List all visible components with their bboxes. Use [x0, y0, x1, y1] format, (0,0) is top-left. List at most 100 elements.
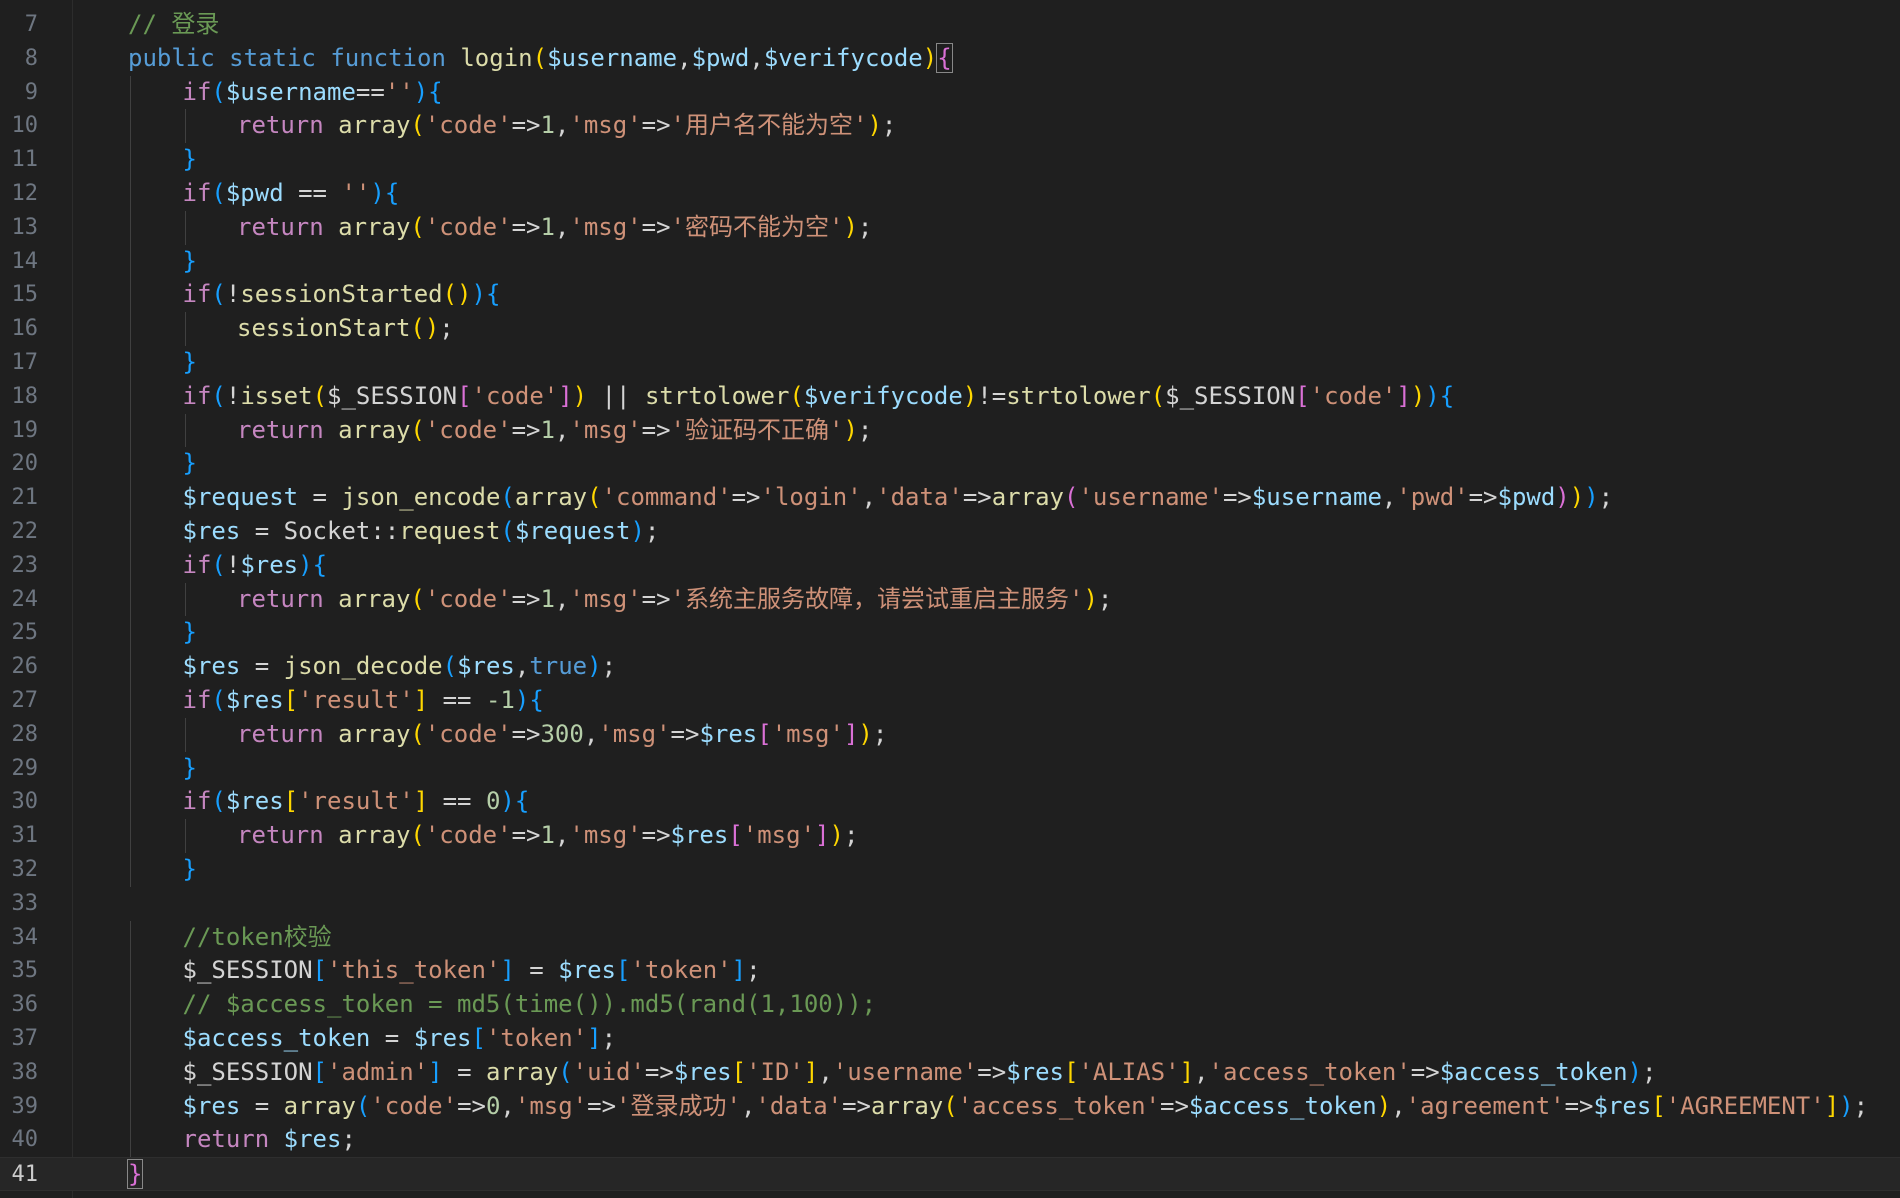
code-token: =>: [1160, 1091, 1189, 1120]
code-line[interactable]: 8 public static function login($username,…: [0, 42, 1900, 76]
code-token: if: [182, 550, 212, 579]
indent-guide: [184, 312, 186, 346]
code-line[interactable]: 7 // 登录: [0, 8, 1900, 42]
code-line[interactable]: 15 if(!sessionStarted()){: [0, 278, 1900, 313]
code-line[interactable]: 13 return array('code'=>1,'msg'=>'密码不能为空'…: [0, 210, 1900, 245]
code-line[interactable]: 9 if($username==''){: [0, 75, 1900, 110]
line-content: return $res;: [183, 1123, 356, 1157]
code-line[interactable]: 23 if(!$res){: [0, 548, 1900, 583]
code-token: 'access_token': [1208, 1057, 1411, 1086]
code-token: 'msg': [771, 719, 844, 748]
code-line[interactable]: 21 $request = json_encode(array('command'…: [0, 481, 1900, 515]
code-token: $res: [240, 550, 299, 579]
code-line[interactable]: 38 $_SESSION['admin'] = array('uid'=>$res…: [0, 1055, 1900, 1090]
code-token: Socket::: [283, 517, 400, 545]
line-number: 7: [24, 12, 38, 37]
code-token: (): [442, 280, 472, 309]
code-token: =>: [641, 212, 671, 241]
code-line[interactable]: 31 return array('code'=>1,'msg'=>$res['ms…: [0, 819, 1900, 853]
code-token: 1: [540, 212, 555, 241]
code-token: ): [1083, 584, 1098, 613]
line-content: // $access_token = md5(time()).md5(rand(…: [183, 988, 877, 1022]
indent-guide: [130, 210, 131, 245]
code-token: array: [991, 483, 1064, 512]
code-token: !: [225, 550, 241, 579]
line-number: 30: [11, 789, 39, 815]
code-line[interactable]: 25}: [0, 616, 1900, 651]
code-token: ;: [601, 652, 617, 681]
code-token: $_SESSION: [182, 956, 313, 985]
code-line[interactable]: 37 $access_token = $res['token'];: [0, 1022, 1900, 1056]
code-line[interactable]: 26 $res = json_decode($res,true);: [0, 650, 1900, 684]
code-line[interactable]: 22 $res = Socket::request($request);: [0, 515, 1900, 549]
code-line[interactable]: 12 if($pwd == ''){: [0, 177, 1900, 211]
code-line[interactable]: 32}: [0, 853, 1900, 887]
code-token: {: [1439, 381, 1455, 410]
code-token: =>: [1468, 483, 1498, 512]
line-content: $access_token = $res['token'];: [183, 1022, 617, 1056]
code-line[interactable]: 28 return array('code'=>300,'msg'=>$res['…: [0, 717, 1900, 752]
code-line[interactable]: 11}: [0, 143, 1900, 177]
indent-guide: [130, 75, 131, 110]
code-line[interactable]: 24 return array('code'=>1,'msg'=>'系统主服务故障…: [0, 582, 1900, 617]
code-token: 'msg': [569, 212, 642, 241]
code-token: ,: [554, 584, 570, 613]
indent-guide: [184, 717, 186, 752]
code-token: '密码不能为空': [670, 212, 844, 241]
code-token: !: [225, 381, 241, 410]
code-line[interactable]: 14}: [0, 244, 1900, 279]
line-number: 14: [11, 248, 39, 274]
code-line[interactable]: 10 return array('code'=>1,'msg'=>'用户名不能为空…: [0, 109, 1900, 144]
code-token: $verifycode: [763, 43, 923, 72]
code-line[interactable]: 19 return array('code'=>1,'msg'=>'验证码不正确'…: [0, 413, 1900, 448]
code-line[interactable]: 17}: [0, 346, 1900, 380]
indent-guide: [130, 244, 131, 279]
code-line[interactable]: 16 sessionStart();: [0, 312, 1900, 346]
code-line[interactable]: 29}: [0, 751, 1900, 786]
code-token: return: [237, 111, 324, 140]
code-area[interactable]: 7// 登录 8 public static function login($use…: [0, 0, 1900, 1198]
code-line[interactable]: 20}: [0, 447, 1900, 482]
code-line[interactable]: 35 $_SESSION['this_token'] = $res['token'…: [0, 954, 1900, 989]
line-content: return array('code'=>1,'msg'=>'验证码不正确');: [237, 414, 872, 448]
indent-guide: [130, 717, 131, 752]
code-token: }: [182, 753, 197, 782]
code-token: (: [410, 212, 425, 241]
code-line[interactable]: 18 if(!isset($_SESSION['code']) || strtol…: [0, 379, 1900, 414]
code-token: =>: [511, 212, 541, 241]
line-content: }: [183, 143, 197, 177]
code-token: 0: [485, 1091, 501, 1120]
code-token: (: [532, 43, 548, 72]
code-token: =>: [1564, 1091, 1594, 1120]
code-token: 'code': [471, 381, 559, 410]
line-number: 25: [11, 620, 39, 646]
line-number: 29: [11, 755, 39, 781]
code-line[interactable]: 27 if($res['result'] == -1){: [0, 684, 1900, 718]
code-line[interactable]: 30 if($res['result'] == 0){: [0, 785, 1900, 820]
code-line[interactable]: 39 $res = array('code'=>0,'msg'=>'登录成功','…: [0, 1089, 1900, 1124]
code-line[interactable]: 36 // $access_token = md5(time()).md5(ran…: [0, 988, 1900, 1022]
code-token: [: [312, 1057, 327, 1086]
code-token: ;: [872, 719, 888, 748]
code-token: (: [211, 550, 226, 579]
code-token: (: [587, 483, 602, 512]
code-line[interactable]: 33: [0, 887, 1900, 921]
code-token: if: [182, 179, 212, 207]
code-line[interactable]: 34 //token校验: [0, 920, 1900, 955]
code-token: }: [182, 449, 197, 478]
code-token: array: [514, 483, 588, 512]
code-token: [: [731, 1057, 747, 1086]
line-number: 18: [11, 383, 39, 409]
code-editor[interactable]: 7// 登录 8 public static function login($use…: [0, 0, 1900, 1198]
code-token: (: [211, 381, 226, 410]
code-line[interactable]: 41}: [0, 1157, 1900, 1191]
code-token: 'code': [424, 415, 512, 444]
code-line[interactable]: 40 return $res;: [0, 1123, 1900, 1158]
line-number: 34: [11, 924, 39, 950]
code-token: 1: [540, 821, 555, 850]
code-token: array: [338, 111, 411, 140]
